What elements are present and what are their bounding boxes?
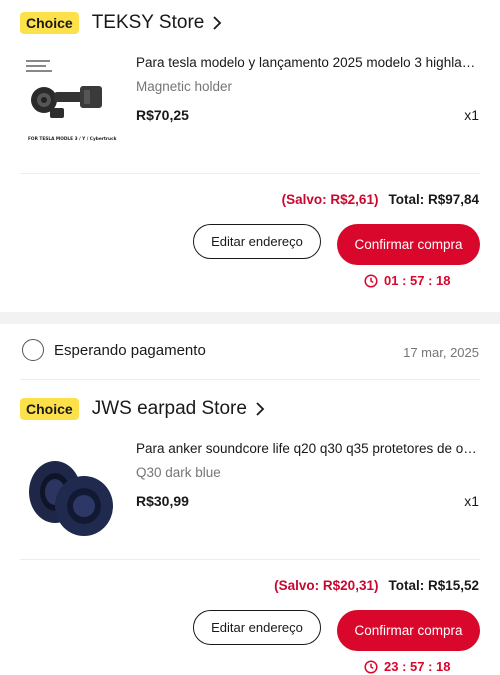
store-name[interactable]: TEKSY Store bbox=[92, 12, 205, 34]
product-variant: Magnetic holder bbox=[136, 79, 233, 94]
order-totals: (Salvo: R$20,31) Total: R$15,52 bbox=[274, 578, 479, 593]
countdown-timer: 23 : 57 : 18 bbox=[364, 659, 451, 674]
product-title[interactable]: Para anker soundcore life q20 q30 q35 pr… bbox=[136, 441, 480, 456]
status-text: Esperando pagamento bbox=[54, 341, 206, 359]
product-quantity: x1 bbox=[464, 107, 479, 123]
choice-badge: Choice bbox=[20, 12, 79, 34]
clock-icon bbox=[364, 273, 378, 288]
choice-badge: Choice bbox=[20, 398, 79, 420]
divider bbox=[20, 173, 480, 174]
thumb-caption: FOR TESLA MODLE 3 / Y / Cybertruck bbox=[28, 136, 117, 142]
store-name[interactable]: JWS earpad Store bbox=[92, 398, 247, 420]
edit-address-button[interactable]: Editar endereço bbox=[193, 610, 321, 645]
timer-value: 01 : 57 : 18 bbox=[384, 273, 451, 288]
store-header[interactable]: Choice TEKSY Store bbox=[20, 10, 223, 36]
saved-amount: (Salvo: R$20,31) bbox=[274, 578, 379, 593]
radio-icon[interactable] bbox=[22, 339, 44, 361]
total-amount: Total: R$15,52 bbox=[388, 578, 479, 593]
timer-value: 23 : 57 : 18 bbox=[384, 659, 451, 674]
order-date: 17 mar, 2025 bbox=[403, 345, 479, 360]
product-price: R$70,25 bbox=[136, 107, 189, 123]
earpad-image bbox=[20, 448, 122, 550]
edit-address-button[interactable]: Editar endereço bbox=[193, 224, 321, 259]
total-amount: Total: R$97,84 bbox=[388, 192, 479, 207]
store-header[interactable]: Choice JWS earpad Store bbox=[20, 396, 266, 422]
order-card-1: Choice TEKSY Store FOR TESLA MODLE 3 / Y… bbox=[0, 0, 500, 312]
order-totals: (Salvo: R$2,61) Total: R$97,84 bbox=[282, 192, 479, 207]
product-variant: Q30 dark blue bbox=[136, 465, 221, 480]
product-image[interactable]: FOR TESLA MODLE 3 / Y / Cybertruck bbox=[20, 52, 122, 154]
product-quantity: x1 bbox=[464, 493, 479, 509]
product-title[interactable]: Para tesla modelo y lançamento 2025 mode… bbox=[136, 55, 480, 70]
magnetic-holder-image: FOR TESLA MODLE 3 / Y / Cybertruck bbox=[20, 52, 122, 154]
divider bbox=[20, 379, 480, 380]
product-image[interactable] bbox=[20, 448, 122, 550]
order-card-2: Esperando pagamento 17 mar, 2025 Choice … bbox=[0, 324, 500, 675]
confirm-purchase-button[interactable]: Confirmar compra bbox=[337, 610, 480, 651]
product-price: R$30,99 bbox=[136, 493, 189, 509]
confirm-purchase-button[interactable]: Confirmar compra bbox=[337, 224, 480, 265]
order-status[interactable]: Esperando pagamento bbox=[22, 339, 206, 361]
card-separator bbox=[0, 312, 500, 324]
clock-icon bbox=[364, 659, 378, 674]
chevron-right-icon bbox=[256, 402, 265, 416]
divider bbox=[20, 559, 480, 560]
countdown-timer: 01 : 57 : 18 bbox=[364, 273, 451, 288]
saved-amount: (Salvo: R$2,61) bbox=[281, 192, 379, 207]
chevron-right-icon bbox=[213, 16, 222, 30]
